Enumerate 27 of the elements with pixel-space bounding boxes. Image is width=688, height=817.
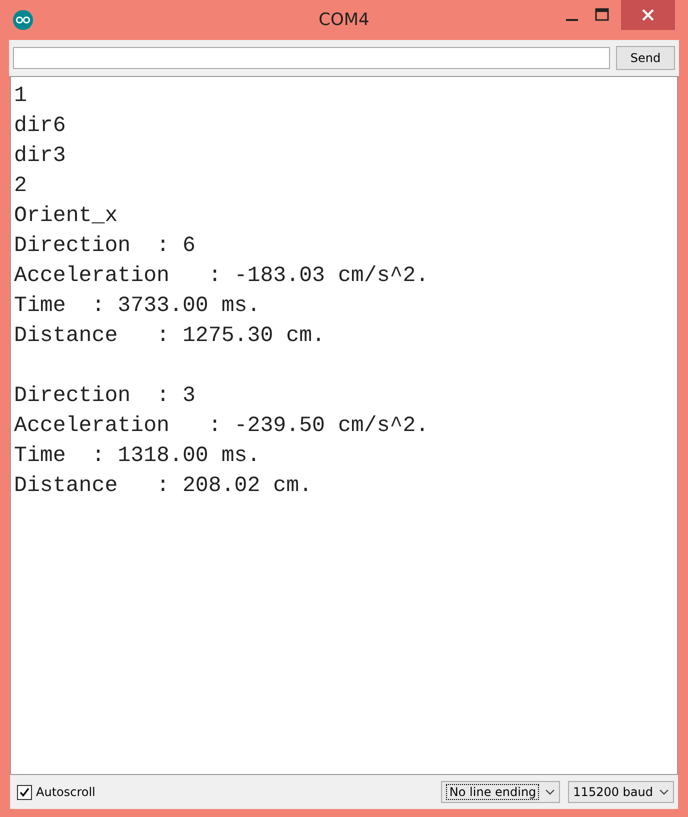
- output-line: 2: [14, 173, 28, 200]
- close-icon: [641, 8, 655, 22]
- window-title: COM4: [318, 10, 370, 30]
- output-line: 1: [14, 83, 28, 110]
- app-logo-icon: [13, 10, 33, 30]
- baud-dropdown[interactable]: 115200 baud: [568, 781, 674, 803]
- input-field[interactable]: [13, 47, 610, 69]
- output-line: Orient_x: [14, 203, 119, 230]
- maximize-icon: [595, 8, 609, 22]
- output-line: Distance : 1275.30 cm.: [14, 323, 326, 350]
- line-ending-dropdown[interactable]: No line ending: [441, 781, 560, 803]
- caret-icon: [659, 789, 669, 795]
- output-line: Time : 1318.00 ms.: [14, 443, 262, 470]
- autoscroll-label: Autoscroll: [36, 785, 96, 799]
- output-line: Distance : 208.02 cm.: [14, 473, 314, 500]
- minimize-icon: [566, 19, 578, 21]
- output-line: Acceleration : -239.50 cm/s^2.: [14, 413, 430, 440]
- output-line: Acceleration : -183.03 cm/s^2.: [14, 263, 430, 290]
- output-line: Direction : 6: [14, 233, 196, 260]
- send-button[interactable]: Send: [616, 46, 675, 70]
- caret-icon: [545, 789, 556, 795]
- autoscroll-checkbox[interactable]: [17, 784, 32, 800]
- output-line: Time : 3733.00 ms.: [14, 293, 262, 320]
- output-line: dir6: [14, 113, 67, 140]
- output-line: dir3: [14, 143, 67, 170]
- output-line: Direction : 3: [14, 383, 196, 410]
- close-button[interactable]: [621, 0, 675, 30]
